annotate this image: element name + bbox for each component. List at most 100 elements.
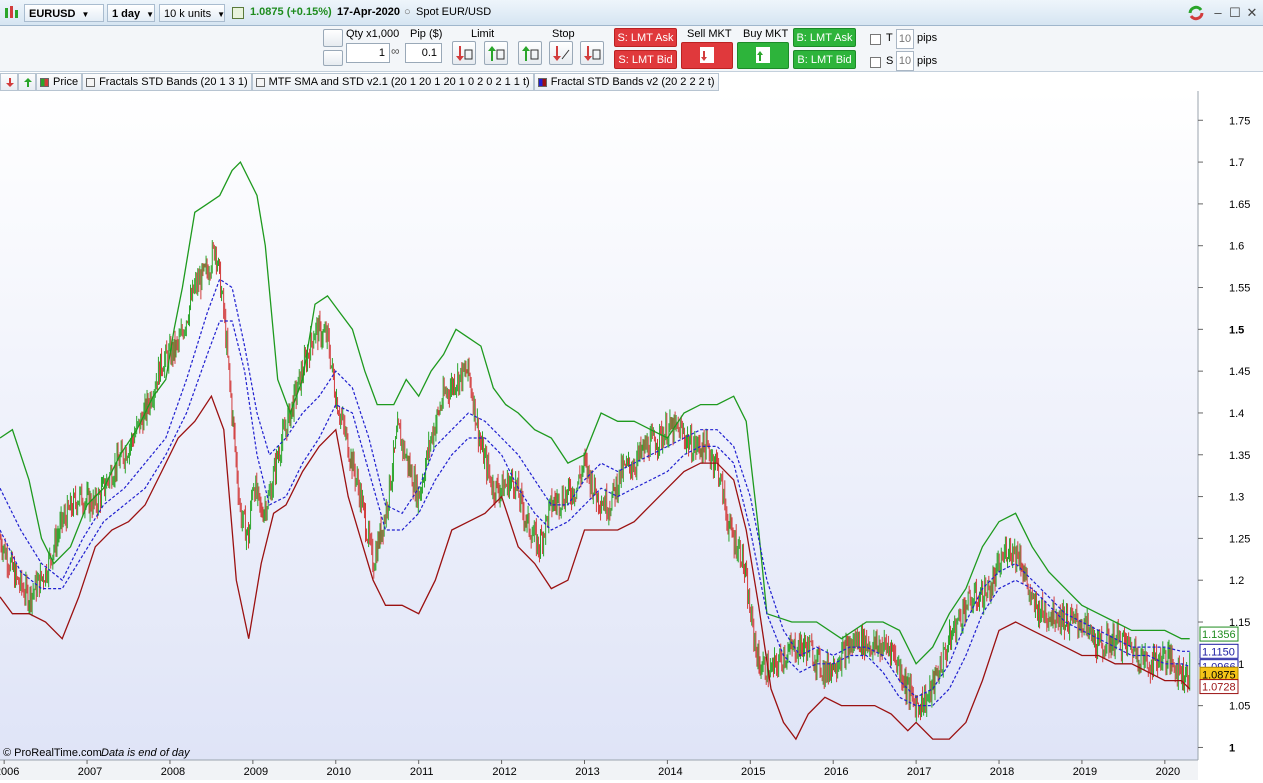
x-tick-label: 2008 xyxy=(161,766,185,778)
y-tick-label: 1.25 xyxy=(1229,533,1250,545)
chart-svg[interactable]: 11.051.11.151.21.251.31.351.41.451.51.55… xyxy=(0,91,1263,780)
quote-date: 17-Apr-2020 xyxy=(337,6,400,18)
x-tick-label: 2020 xyxy=(1156,766,1180,778)
y-tick-label: 1.05 xyxy=(1229,701,1250,713)
minimize-icon[interactable]: – xyxy=(1210,5,1226,21)
price-labels: 1.13561.11501.09661.08751.0728 xyxy=(1199,626,1239,695)
y-tick-label: 1.7 xyxy=(1229,157,1244,169)
limit-sell-icon[interactable] xyxy=(452,41,476,65)
chevron-down-icon: ▼ xyxy=(146,10,155,19)
qty-label: Qty x1,000 xyxy=(346,28,400,40)
x-tick-label: 2019 xyxy=(1073,766,1097,778)
legend-item-price[interactable]: Price xyxy=(36,73,83,91)
symbol-dropdown[interactable]: EURUSD ▼ xyxy=(24,4,104,22)
t-pips-label: pips xyxy=(917,32,938,44)
sell-mkt-label: Sell MKT xyxy=(687,28,732,40)
window-titlebar: EURUSD ▼ 1 day ▼ 10 k units ▼ 1.0875 (+0.15… xyxy=(0,0,1263,26)
y-tick-label: 1.35 xyxy=(1229,450,1250,462)
y-tick-label: 1.4 xyxy=(1229,408,1244,420)
s-label: S xyxy=(886,55,894,67)
price-label-text: 1.1150 xyxy=(1202,646,1235,658)
y-tick-label: 1.6 xyxy=(1229,241,1244,253)
symbol-label: EURUSD xyxy=(29,8,76,20)
pip-label: Pip ($) xyxy=(410,28,443,40)
close-icon[interactable]: ✕ xyxy=(1244,5,1260,21)
t-label: T xyxy=(886,32,893,44)
x-tick-label: 2010 xyxy=(327,766,351,778)
legend-item-fractal-std-bands-v2[interactable]: Fractal STD Bands v2 (20 2 2 2 t) xyxy=(533,73,719,91)
y-tick-label: 1 xyxy=(1229,742,1235,754)
t-pips-input[interactable]: 10 xyxy=(896,29,914,49)
buy-limit-ask-button[interactable]: B: LMT Ask xyxy=(793,28,856,47)
legend-label: MTF SMA and STD v2.1 (20 1 20 1 20 1 0 2… xyxy=(268,76,530,88)
empty-swatch-icon xyxy=(86,77,96,87)
limit-buy-icon[interactable] xyxy=(484,41,508,65)
limit-label: Limit xyxy=(471,28,495,40)
order-toolbar: Qty x1,000 1 ∞ Pip ($) 0.1 Limit Stop S:… xyxy=(0,26,1263,72)
y-tick-label: 1.65 xyxy=(1229,199,1250,211)
radio-icon[interactable]: ○ xyxy=(404,6,411,18)
stop-label: Stop xyxy=(552,28,575,40)
units-label: 10 k units xyxy=(164,8,212,20)
stop-sell-icon[interactable] xyxy=(518,41,542,65)
price-label-text: 1.1356 xyxy=(1202,629,1236,641)
buy-market-button[interactable] xyxy=(737,42,789,69)
chevron-down-icon: ▼ xyxy=(217,10,226,19)
sell-market-button[interactable] xyxy=(681,42,733,69)
y-tick-label: 1.5 xyxy=(1229,324,1244,336)
collapse-icon[interactable] xyxy=(0,73,18,91)
trailing-checkbox[interactable] xyxy=(870,34,881,45)
maximize-icon[interactable]: ☐ xyxy=(1227,5,1243,21)
pip-input[interactable]: 0.1 xyxy=(405,43,442,63)
instrument-info-icon[interactable] xyxy=(232,7,244,19)
x-tick-label: 2006 xyxy=(0,766,19,778)
sell-limit-bid-button[interactable]: S: LMT Bid xyxy=(614,50,677,69)
buy-mkt-label: Buy MKT xyxy=(743,28,789,40)
expand-icon[interactable] xyxy=(18,73,36,91)
x-tick-label: 2016 xyxy=(824,766,848,778)
units-dropdown[interactable]: 10 k units ▼ xyxy=(159,4,225,22)
band-swatch-icon xyxy=(537,77,547,87)
legend-item-mtf-sma-std[interactable]: MTF SMA and STD v2.1 (20 1 20 1 20 1 0 2… xyxy=(251,73,534,91)
refresh-icon[interactable] xyxy=(1186,4,1206,22)
app-icon xyxy=(3,5,19,21)
indicator-legend: Price Fractals STD Bands (20 1 3 1) MTF … xyxy=(0,73,719,91)
x-tick-label: 2015 xyxy=(741,766,765,778)
y-tick-label: 1.3 xyxy=(1229,492,1244,504)
y-tick-label: 1.75 xyxy=(1229,115,1250,127)
stop-checkbox[interactable] xyxy=(870,57,881,68)
stop-trailing-icon[interactable] xyxy=(580,41,604,65)
legend-label: Price xyxy=(53,76,79,88)
qty-input[interactable]: 1 xyxy=(346,43,390,63)
y-tick-label: 1.2 xyxy=(1229,575,1244,587)
price-chart[interactable]: 11.051.11.151.21.251.31.351.41.451.51.55… xyxy=(0,91,1263,780)
sell-limit-ask-button[interactable]: S: LMT Ask xyxy=(614,28,677,47)
legend-item-fractals-std-bands[interactable]: Fractals STD Bands (20 1 3 1) xyxy=(82,73,252,91)
timeframe-dropdown[interactable]: 1 day ▼ xyxy=(107,4,155,22)
x-tick-label: 2007 xyxy=(78,766,102,778)
chevron-down-icon: ▼ xyxy=(81,10,90,19)
instrument-name: Spot EUR/USD xyxy=(416,6,492,18)
timeframe-label: 1 day xyxy=(112,8,141,20)
stop-buy-icon[interactable] xyxy=(549,41,573,65)
link-icon[interactable]: ∞ xyxy=(391,44,403,62)
legend-label: Fractals STD Bands (20 1 3 1) xyxy=(99,76,248,88)
price-change: 1.0875 (+0.15%) xyxy=(250,6,332,18)
footer-copyright: © ProRealTime.com xyxy=(3,747,102,759)
x-tick-label: 2013 xyxy=(575,766,599,778)
buy-limit-bid-button[interactable]: B: LMT Bid xyxy=(793,50,856,69)
x-tick-label: 2012 xyxy=(492,766,516,778)
legend-label: Fractal STD Bands v2 (20 2 2 2 t) xyxy=(550,76,715,88)
s-pips-label: pips xyxy=(917,55,938,67)
price-swatch-icon xyxy=(40,77,49,87)
price-label-text: 1.0728 xyxy=(1202,682,1236,694)
x-tick-label: 2011 xyxy=(410,766,434,778)
x-tick-label: 2009 xyxy=(244,766,268,778)
wrench-icon[interactable] xyxy=(323,29,343,47)
y-tick-label: 1.55 xyxy=(1229,283,1250,295)
keyboard-icon[interactable] xyxy=(323,50,343,66)
x-tick-label: 2018 xyxy=(990,766,1014,778)
footer-note: Data is end of day xyxy=(101,747,191,759)
s-pips-input[interactable]: 10 xyxy=(896,51,914,71)
empty-swatch-icon xyxy=(255,77,265,87)
